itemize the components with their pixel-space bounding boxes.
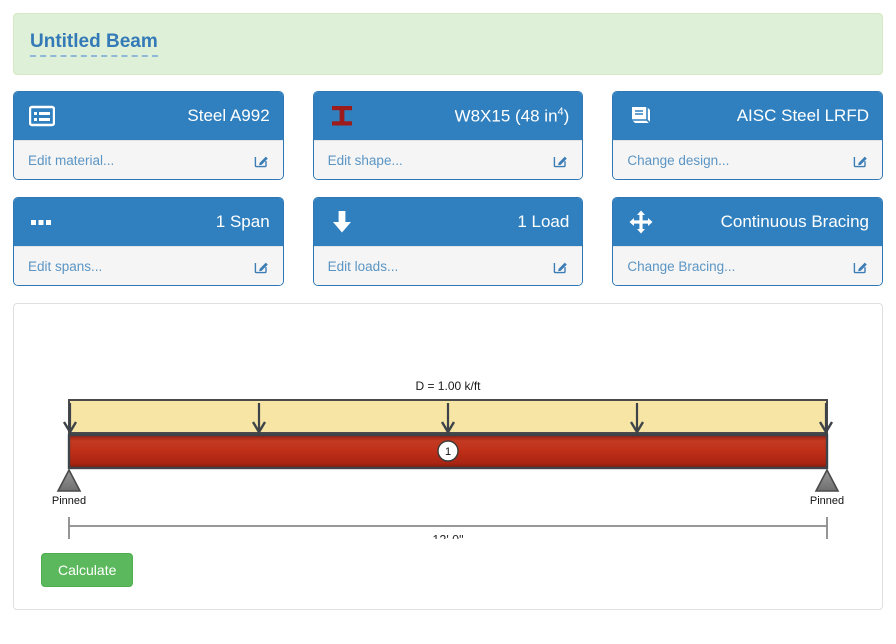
card-spans-title: 1 Span xyxy=(215,212,270,231)
card-shape-header: W8X15 (48 in4) xyxy=(313,92,583,140)
card-bracing-title: Continuous Bracing xyxy=(720,212,869,231)
pencil-square-icon[interactable] xyxy=(853,153,868,168)
card-spans-action-label: Edit spans... xyxy=(28,258,103,274)
card-shape[interactable]: W8X15 (48 in4) Edit shape... xyxy=(312,91,584,180)
card-material-header: Steel A992 xyxy=(14,92,283,140)
card-material-title: Steel A992 xyxy=(187,106,270,125)
card-shape-action-label: Edit shape... xyxy=(327,152,403,168)
calculate-button-wrap: Calculate xyxy=(41,553,134,587)
list-alt-icon xyxy=(28,103,56,129)
card-shape-action[interactable]: Edit shape... xyxy=(313,140,583,179)
card-shape-title-main: W8X15 (48 in xyxy=(454,106,558,126)
ellipsis-icon xyxy=(28,209,56,235)
card-material[interactable]: Steel A992 Edit material... xyxy=(13,91,284,180)
pencil-square-icon[interactable] xyxy=(254,153,269,168)
card-material-action-label: Edit material... xyxy=(28,152,115,168)
beam-diagram[interactable]: D = 1.00 k/ft 1 Pinned Pinned xyxy=(14,304,882,539)
calculate-button[interactable]: Calculate xyxy=(41,553,134,587)
project-title-banner: Untitled Beam xyxy=(13,13,883,75)
card-spans-action[interactable]: Edit spans... xyxy=(14,246,283,285)
card-loads-action[interactable]: Edit loads... xyxy=(313,246,583,285)
pencil-square-icon[interactable] xyxy=(553,153,568,168)
pencil-square-icon[interactable] xyxy=(254,259,269,274)
card-spans-header: 1 Span xyxy=(14,198,283,246)
card-design-code-header: AISC Steel LRFD xyxy=(613,92,882,140)
card-shape-title: W8X15 (48 in4) xyxy=(455,106,570,127)
card-design-code-action[interactable]: Change design... xyxy=(613,140,882,179)
card-design-code-action-label: Change design... xyxy=(627,152,730,168)
beam-designer-page: Untitled Beam Steel A992 Edit material..… xyxy=(0,0,896,644)
beam-diagram-panel: D = 1.00 k/ft 1 Pinned Pinned Calculate xyxy=(13,303,883,610)
card-loads-title: 1 Load xyxy=(517,212,570,231)
card-shape-title-suffix: ) xyxy=(563,106,570,126)
card-design-code[interactable]: AISC Steel LRFD Change design... xyxy=(612,91,883,180)
support-right[interactable]: Pinned xyxy=(810,468,844,507)
i-beam-icon xyxy=(328,103,356,129)
arrows-alt-icon xyxy=(627,209,655,235)
book-icon xyxy=(627,103,655,129)
card-loads-action-label: Edit loads... xyxy=(327,258,399,274)
card-bracing-header: Continuous Bracing xyxy=(613,198,882,246)
pencil-square-icon[interactable] xyxy=(553,259,568,274)
span-badge[interactable]: 1 xyxy=(437,440,459,462)
card-loads-header: 1 Load xyxy=(313,198,583,246)
card-spans[interactable]: 1 Span Edit spans... xyxy=(13,197,284,286)
card-bracing-action-label: Change Bracing... xyxy=(627,258,736,274)
card-loads[interactable]: 1 Load Edit loads... xyxy=(312,197,584,286)
project-title-editable[interactable]: Untitled Beam xyxy=(30,31,158,58)
support-left[interactable]: Pinned xyxy=(52,468,86,507)
dimension-label: 12' 0" xyxy=(432,533,463,539)
load-magnitude-label: D = 1.00 k/ft xyxy=(415,379,481,393)
arrow-down-icon xyxy=(328,209,356,235)
property-card-grid: Steel A992 Edit material... W8X15 (48 in… xyxy=(13,91,883,286)
svg-text:1: 1 xyxy=(445,446,451,458)
card-material-action[interactable]: Edit material... xyxy=(14,140,283,179)
card-bracing[interactable]: Continuous Bracing Change Bracing... xyxy=(612,197,883,286)
pencil-square-icon[interactable] xyxy=(853,259,868,274)
support-left-label: Pinned xyxy=(52,495,86,507)
support-right-label: Pinned xyxy=(810,495,844,507)
card-bracing-action[interactable]: Change Bracing... xyxy=(613,246,882,285)
card-design-code-title: AISC Steel LRFD xyxy=(736,106,869,125)
